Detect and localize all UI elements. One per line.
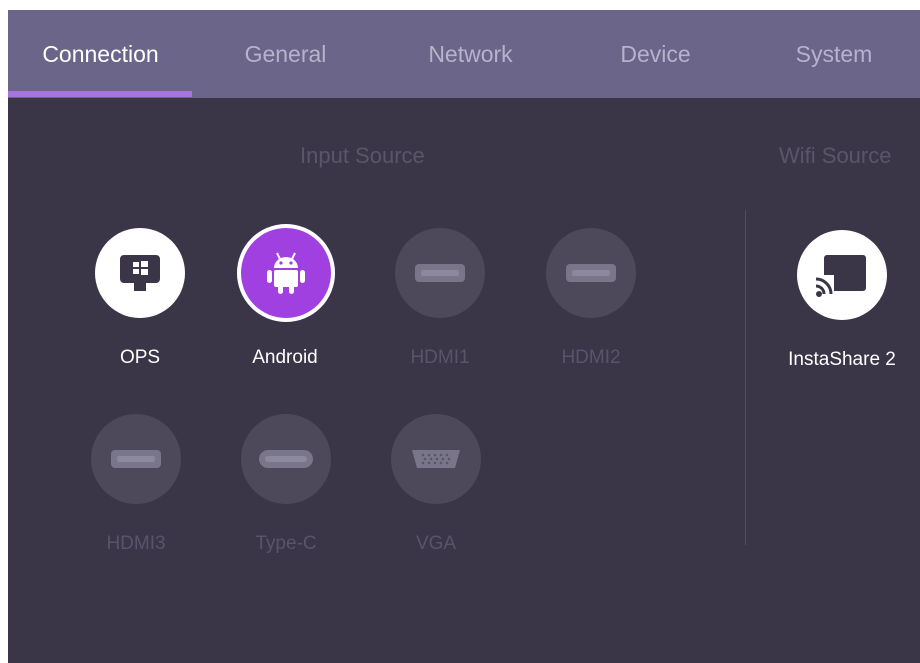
tab-general[interactable]: General <box>193 10 378 98</box>
source-label-type-c: Type-C <box>255 533 317 554</box>
tab-connection[interactable]: Connection <box>8 10 193 98</box>
settings-screen: Connection General Network Device System… <box>8 10 920 663</box>
ops-windows-icon <box>120 255 160 291</box>
tab-device[interactable]: Device <box>563 10 748 98</box>
source-label-hdmi1: HDMI1 <box>410 347 470 368</box>
active-tab-indicator <box>8 91 192 97</box>
tab-bar: Connection General Network Device System <box>8 10 920 98</box>
source-label-hdmi3: HDMI3 <box>106 533 166 554</box>
type-c-port-icon <box>259 450 313 468</box>
source-label-hdmi2: HDMI2 <box>561 347 621 368</box>
hdmi-port-icon <box>111 450 161 468</box>
source-android[interactable]: Android <box>210 224 360 374</box>
source-hdmi3[interactable]: HDMI3 <box>61 414 211 564</box>
tab-system[interactable]: System <box>748 10 920 98</box>
android-button[interactable] <box>237 224 335 322</box>
cast-icon <box>816 255 866 297</box>
type-c-button[interactable] <box>241 414 331 504</box>
section-divider <box>745 210 746 545</box>
hdmi3-button[interactable] <box>91 414 181 504</box>
hdmi2-button[interactable] <box>546 228 636 318</box>
tab-network[interactable]: Network <box>378 10 563 98</box>
vga-port-icon <box>412 450 460 468</box>
hdmi-port-icon <box>415 264 465 282</box>
instashare-button[interactable] <box>797 230 887 320</box>
source-hdmi2[interactable]: HDMI2 <box>516 228 666 378</box>
source-hdmi1[interactable]: HDMI1 <box>365 228 515 378</box>
source-label-instashare: InstaShare 2 <box>788 349 896 370</box>
source-vga[interactable]: VGA <box>361 414 511 564</box>
source-label-android: Android <box>252 347 318 368</box>
source-instashare[interactable]: InstaShare 2 <box>767 230 917 380</box>
source-ops[interactable]: OPS <box>65 228 215 378</box>
source-label-ops: OPS <box>119 347 161 368</box>
source-label-vga: VGA <box>415 533 457 554</box>
source-type-c[interactable]: Type-C <box>211 414 361 564</box>
android-icon <box>267 252 305 294</box>
wifi-source-title: Wifi Source <box>779 143 892 168</box>
input-source-title: Input Source <box>300 143 425 168</box>
hdmi1-button[interactable] <box>395 228 485 318</box>
ops-button[interactable] <box>95 228 185 318</box>
hdmi-port-icon <box>566 264 616 282</box>
vga-button[interactable] <box>391 414 481 504</box>
